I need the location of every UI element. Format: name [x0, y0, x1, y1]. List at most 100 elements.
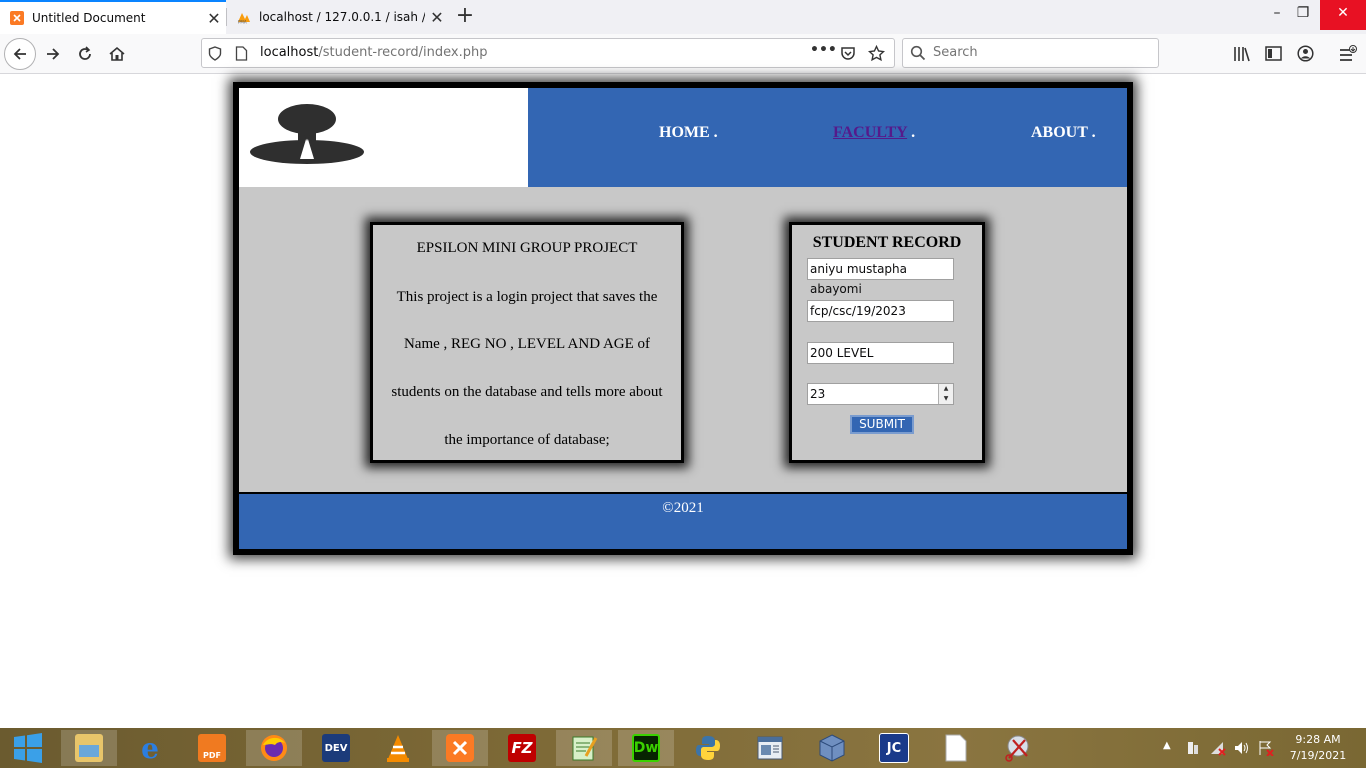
taskbar-app-notepad-plus[interactable]: [556, 730, 612, 766]
taskbar-app-blank-file[interactable]: [928, 730, 984, 766]
virtualbox-icon: [819, 734, 845, 762]
tab-title: Untitled Document: [32, 11, 146, 25]
page-viewport: HOME . FACULTY . ABOUT . EPSILON MINI GR…: [0, 74, 1366, 728]
taskbar-app-file-explorer[interactable]: [61, 730, 117, 766]
snipping-tool-icon: [1005, 735, 1029, 762]
age-stepper[interactable]: ▲ ▼: [938, 384, 953, 404]
svg-text:PMA: PMA: [238, 20, 247, 25]
home-button[interactable]: [101, 38, 133, 70]
clock-date: 7/19/2021: [1289, 749, 1347, 762]
name-field[interactable]: aniyu mustapha abayomi: [807, 258, 954, 296]
taskbar-app-virtualbox[interactable]: [804, 730, 860, 766]
taskbar-app-firefox[interactable]: [246, 730, 302, 766]
blank-file-icon: [945, 734, 967, 762]
url-host: localhost: [260, 45, 319, 60]
close-window-button[interactable]: ✕: [1320, 0, 1366, 30]
forward-button[interactable]: [37, 38, 69, 70]
pdf-icon: PDF: [198, 734, 226, 762]
url-bar[interactable]: localhost/student-record/index.php •••: [201, 38, 895, 68]
reload-icon: [79, 46, 91, 60]
library-icon[interactable]: [1233, 46, 1251, 62]
search-bar[interactable]: [902, 38, 1159, 68]
windows-logo-icon: [14, 733, 42, 763]
project-info-box: EPSILON MINI GROUP PROJECT This project …: [370, 222, 684, 463]
nav-separator: .: [911, 124, 916, 141]
jcreator-icon: JC: [879, 733, 909, 763]
taskbar-app-dev-cpp[interactable]: DEV: [308, 730, 364, 766]
taskbar-app-jcreator[interactable]: JC: [866, 730, 922, 766]
action-center-alert-icon[interactable]: [1257, 740, 1275, 756]
arrow-left-icon: [13, 48, 26, 60]
form-title: STUDENT RECORD: [812, 234, 962, 251]
nav-link-home[interactable]: HOME: [659, 124, 710, 141]
taskbar-app-window[interactable]: [742, 730, 798, 766]
device-icon[interactable]: [1185, 740, 1201, 756]
windows-taskbar: e PDF DEV FZ Dw JC ▲ 9:28 AM 7/19/2021: [0, 728, 1366, 768]
reg-no-field[interactable]: fcp/csc/19/2023: [807, 300, 954, 322]
age-value: 23: [810, 387, 826, 401]
firefox-icon: [261, 735, 287, 761]
taskbar-app-internet-explorer[interactable]: e: [122, 730, 178, 766]
search-input[interactable]: [931, 44, 1155, 61]
tab-untitled-document[interactable]: Untitled Document ✕: [0, 0, 226, 34]
project-description-line: Name , REG NO , LEVEL AND AGE of: [403, 336, 651, 352]
dev-cpp-icon: DEV: [322, 734, 350, 762]
age-field[interactable]: 23 ▲ ▼: [807, 383, 954, 405]
site-footer: ©2021: [239, 492, 1127, 549]
chevron-up-icon[interactable]: ▲: [1163, 740, 1171, 751]
project-title: EPSILON MINI GROUP PROJECT: [416, 240, 638, 256]
taskbar-app-snipping-tool[interactable]: [990, 730, 1046, 766]
taskbar-app-dreamweaver[interactable]: Dw: [618, 730, 674, 766]
page-info-icon[interactable]: [235, 46, 248, 61]
volume-icon[interactable]: [1233, 740, 1251, 756]
app-window-icon: [757, 736, 783, 760]
nav-item-faculty: FACULTY .: [833, 124, 915, 142]
network-disconnected-icon[interactable]: [1209, 740, 1227, 756]
nav-link-faculty[interactable]: FACULTY: [833, 124, 907, 141]
tab-phpmyadmin[interactable]: PMA localhost / 127.0.0.1 / isah / stu ✕: [227, 0, 449, 34]
home-icon: [109, 46, 125, 61]
taskbar-app-vlc[interactable]: [370, 730, 426, 766]
url-text: localhost/student-record/index.php: [260, 45, 487, 60]
back-button[interactable]: [4, 38, 36, 70]
shield-icon[interactable]: [208, 46, 222, 61]
page-actions-button[interactable]: •••: [810, 42, 837, 58]
header-logo-area: [239, 88, 528, 187]
nav-item-home: HOME .: [659, 124, 718, 142]
reload-button[interactable]: [69, 38, 101, 70]
menu-icon[interactable]: [1338, 45, 1358, 63]
copyright-text: ©2021: [662, 500, 704, 516]
clock-time: 9:28 AM: [1295, 733, 1341, 746]
start-button[interactable]: [0, 730, 56, 766]
xampp-icon: [446, 734, 474, 762]
sidebar-toggle-icon[interactable]: [1265, 46, 1282, 61]
new-tab-button[interactable]: +: [452, 4, 478, 30]
account-icon[interactable]: [1297, 45, 1314, 62]
spin-down-icon[interactable]: ▼: [939, 394, 953, 404]
phpmyadmin-favicon-icon: PMA: [238, 13, 250, 25]
taskbar-app-xampp[interactable]: [432, 730, 488, 766]
system-clock[interactable]: 9:28 AM 7/19/2021: [1286, 732, 1350, 764]
dreamweaver-icon: Dw: [632, 734, 660, 762]
taskbar-app-pdf-reader[interactable]: PDF: [184, 730, 240, 766]
tab-title: localhost / 127.0.0.1 / isah / stu: [259, 10, 425, 24]
notepad-plus-icon: [572, 736, 598, 761]
internet-explorer-icon: e: [141, 731, 159, 765]
pocket-icon[interactable]: [840, 46, 856, 61]
nav-separator: .: [1091, 124, 1096, 141]
close-tab-icon[interactable]: ✕: [425, 8, 449, 27]
submit-button[interactable]: SUBMIT: [850, 415, 914, 434]
search-icon: [910, 45, 926, 61]
folder-icon: [75, 734, 103, 762]
nav-link-about[interactable]: ABOUT: [1031, 124, 1088, 141]
navigation-toolbar: localhost/student-record/index.php •••: [0, 34, 1366, 74]
project-description-line: the importance of database;: [444, 432, 610, 448]
close-tab-icon[interactable]: ✕: [202, 9, 226, 28]
taskbar-app-filezilla[interactable]: FZ: [494, 730, 550, 766]
spin-up-icon[interactable]: ▲: [939, 384, 953, 394]
project-description-line: This project is a login project that sav…: [396, 289, 658, 305]
bookmark-star-icon[interactable]: [868, 45, 885, 62]
level-field[interactable]: 200 LEVEL: [807, 342, 954, 364]
browser-tab-strip: Untitled Document ✕ PMA localhost / 127.…: [0, 0, 1366, 34]
taskbar-app-python[interactable]: [680, 730, 736, 766]
